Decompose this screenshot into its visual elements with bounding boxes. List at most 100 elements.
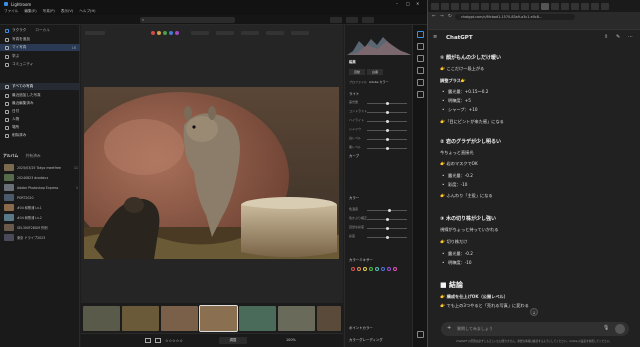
browser-tab[interactable] [581,2,589,10]
color-label-red[interactable] [151,31,155,35]
share-icon[interactable]: ⇪ [604,34,608,40]
color-slider[interactable]: 自然な彩度 [349,225,409,231]
sidebar-item-recent-added[interactable]: 最近追加した写真 [0,92,80,99]
auto-button[interactable]: 自動 [349,69,365,75]
browser-tab[interactable] [501,2,509,10]
slider-knob[interactable] [385,217,389,221]
mixer-magenta-swatch[interactable] [393,267,397,271]
sidebar-item-community[interactable]: コミュニティ [0,61,80,68]
browser-tab-active[interactable] [541,2,549,10]
filter-dropdown[interactable] [216,31,234,35]
light-section-header[interactable]: ライト [349,91,359,96]
close-icon[interactable]: ✕ [416,1,419,6]
albums-header[interactable]: アルバム 共有済み [3,153,41,159]
minimize-icon[interactable]: – [396,1,398,6]
browser-tab[interactable] [491,2,499,10]
browser-tab[interactable] [601,2,609,10]
microphone-icon[interactable]: 🎙 [603,325,609,331]
filmstrip-thumbnail[interactable] [83,306,120,331]
menu-view[interactable]: 表示(V) [61,9,73,14]
sidebar-item-places[interactable]: 場所 [0,124,80,131]
reload-icon[interactable]: ↻ [448,14,452,19]
search-input[interactable]: ⌕ [140,17,235,23]
mixer-red-swatch[interactable] [351,267,355,271]
mixer-section-header[interactable]: カラーミキサー [349,257,373,262]
cloud-tab[interactable]: ラクラク ローカル [0,27,80,34]
fit-button[interactable]: 調整 [219,337,247,344]
filmstrip-thumbnail[interactable] [161,306,198,331]
album-item[interactable]: 東京 ドライブ2023 [4,233,78,242]
color-slider[interactable]: 色かぶり補正 [349,216,409,222]
bw-button[interactable]: 白黒 [367,69,383,75]
slider-knob[interactable] [385,119,389,123]
chatgpt-model-title[interactable]: ChatGPT [446,35,473,41]
forward-icon[interactable]: → [440,14,444,19]
red-eye-icon[interactable] [417,79,424,86]
share-button[interactable] [362,17,374,23]
menu-file[interactable]: ファイル [4,9,18,14]
detail-view-icon[interactable] [155,338,161,343]
grid-view-icon[interactable] [145,338,151,343]
address-bar[interactable]: chatgpt.com/c/6fcbad1-1570-83a9-a3c1-e0c… [455,14,575,20]
menu-icon[interactable]: ≡ [433,34,437,40]
sidebar-item-my-photos[interactable]: マイ写真 16 [0,44,80,51]
sidebar-item-add-photo[interactable]: 写真を追加 [0,36,80,43]
preset-icon[interactable] [417,91,424,98]
slider-knob[interactable] [385,110,389,114]
sidebar-item-deleted[interactable]: 削除済み [0,132,80,139]
sidebar-item-learn[interactable]: 学ぶ [0,53,80,60]
slider-knob[interactable] [385,226,389,230]
mixer-green-swatch[interactable] [369,267,373,271]
point-color-section-header[interactable]: ポイントカラー [349,325,373,330]
filmstrip-thumbnail[interactable] [239,306,276,331]
light-slider[interactable]: 黒レベル [349,145,409,151]
healing-icon[interactable] [417,55,424,62]
maximize-icon[interactable]: □ [406,1,410,6]
all-photos-header[interactable]: すべての写真 [0,83,80,90]
filmstrip-thumbnail[interactable] [278,306,315,331]
edit-tool-icon[interactable] [417,31,424,38]
color-slider[interactable]: 彩度 [349,234,409,240]
browser-tab[interactable] [531,2,539,10]
grading-section-header[interactable]: カラーグレーディング [349,337,383,342]
mixer-orange-swatch[interactable] [357,267,361,271]
profile-select[interactable]: Adobe カラー [369,80,388,84]
filter-dropdown[interactable] [85,31,105,35]
album-item[interactable]: 2025/03/25 Tokyo meetfree 11 [4,163,78,172]
light-slider[interactable]: コントラスト [349,109,409,115]
browser-tab[interactable] [591,2,599,10]
browser-tab[interactable] [521,2,529,10]
filter-dropdown[interactable] [191,31,209,35]
browser-tab[interactable] [511,2,519,10]
filmstrip-thumbnail[interactable] [317,306,341,331]
slider-knob[interactable] [385,101,389,105]
filmstrip-thumbnail[interactable] [122,306,159,331]
light-slider[interactable]: 露光量 [349,100,409,106]
menu-photo[interactable]: 写真(P) [43,9,55,14]
menu-edit[interactable]: 編集(E) [24,9,36,14]
light-slider[interactable]: 白レベル [349,136,409,142]
new-chat-icon[interactable]: ✎ [616,34,620,40]
browser-tab[interactable] [461,2,469,10]
sidebar-item-people[interactable]: 人物 [0,116,80,123]
scroll-down-icon[interactable]: ↓ [530,308,538,316]
curve-section-header[interactable]: カーブ [349,153,359,158]
mixer-yellow-swatch[interactable] [363,267,367,271]
crop-icon[interactable] [417,43,424,50]
filmstrip-thumbnail-selected[interactable] [199,305,238,332]
sidebar-item-recent-edited[interactable]: 最近編集済み [0,100,80,107]
view-button[interactable] [346,17,358,23]
browser-tab[interactable] [431,2,439,10]
album-item[interactable]: #04 和歌浦 Lv.2 [4,213,78,222]
album-item[interactable]: 20240823 drodolux [4,173,78,182]
filter-dropdown[interactable] [266,31,284,35]
light-slider[interactable]: ハイライト [349,118,409,124]
album-item[interactable]: PORT2020 [4,193,78,202]
sort-button[interactable] [330,17,342,23]
voice-mode-button[interactable] [615,324,625,334]
attach-icon[interactable]: + [447,325,451,331]
color-slider[interactable]: 色温度 [349,207,409,213]
color-label-blue[interactable] [169,31,173,35]
slider-knob[interactable] [385,137,389,141]
edit-tab[interactable]: 編集 [349,59,356,64]
